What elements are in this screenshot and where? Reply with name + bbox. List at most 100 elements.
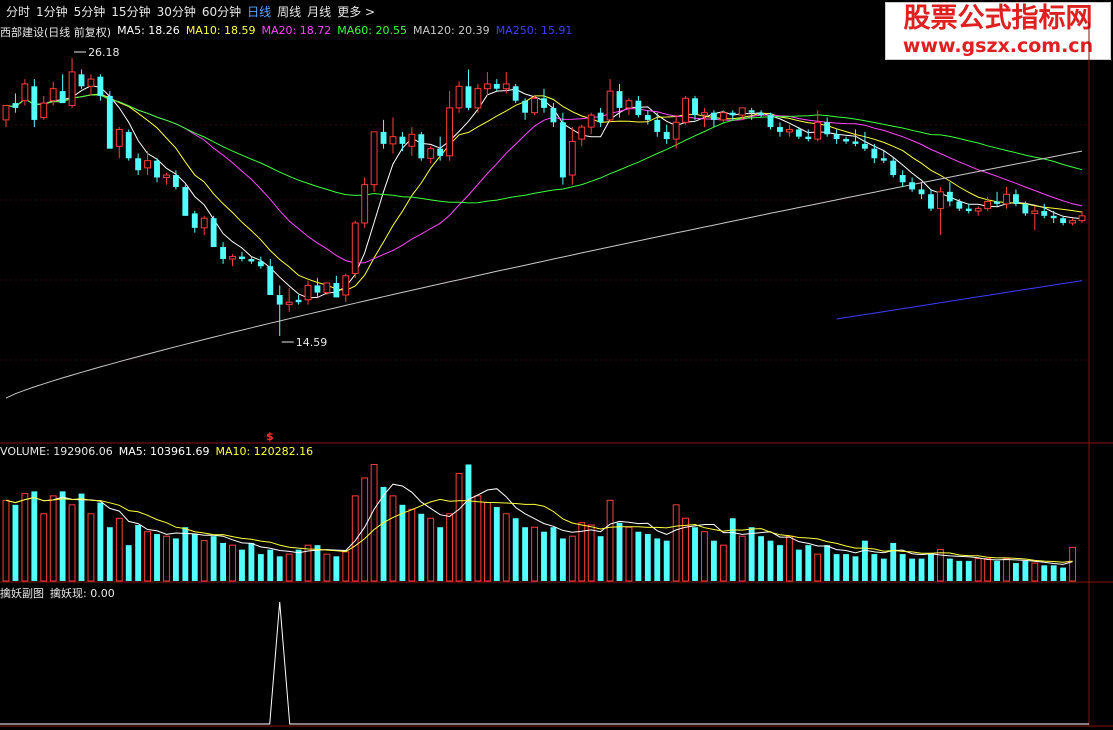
volume-bar-95 [899, 554, 906, 581]
volume-bar-24 [229, 544, 236, 582]
candle-body-62 [587, 114, 595, 128]
candle-body-21 [200, 217, 208, 229]
volume-bar-76 [719, 544, 727, 582]
indicator-value: 擒妖现: 0.00 [50, 587, 115, 600]
candle-body-17 [163, 174, 170, 178]
candle-body-90 [852, 141, 859, 144]
candle-body-28 [267, 266, 274, 295]
volume-bar-98 [928, 554, 934, 581]
volume-bar-80 [758, 536, 765, 581]
candle-body-2 [21, 83, 29, 102]
volume-bar-85 [805, 545, 812, 581]
volume-bar-69 [654, 538, 661, 581]
volume-bar-78 [738, 535, 746, 582]
volume-ma10-label: MA10: 120282.16 [215, 445, 314, 458]
volume-bar-15 [144, 531, 152, 582]
ma10-label: MA10: 18.59 [185, 24, 256, 37]
volume-bar-35 [333, 556, 340, 581]
volume-bar-86 [814, 553, 822, 582]
candle-body-106 [1003, 193, 1010, 205]
volume-bar-101 [956, 560, 963, 581]
candle-body-8 [78, 74, 85, 87]
candle-body-96 [909, 182, 916, 190]
volume-bar-13 [125, 545, 132, 581]
volume-bar-1 [12, 504, 19, 581]
volume-bar-39 [370, 463, 378, 582]
volume-bar-44 [418, 513, 425, 581]
volume-bar-41 [389, 495, 397, 582]
candle-body-45 [427, 148, 435, 159]
candle-body-12 [115, 128, 123, 147]
volume-ma10-line [5, 496, 1073, 563]
volume-bar-28 [267, 549, 274, 581]
volume-bar-67 [635, 531, 642, 581]
volume-bar-18 [172, 538, 179, 581]
candle-body-18 [172, 175, 179, 188]
volume-bar-109 [1031, 562, 1039, 582]
volume-bar-82 [777, 545, 783, 581]
candle-body-78 [738, 107, 746, 116]
volume-bar-65 [616, 522, 623, 581]
candle-body-76 [719, 112, 727, 121]
candle-body-93 [880, 158, 887, 161]
candle-body-108 [1022, 203, 1029, 214]
candle-body-101 [956, 201, 963, 209]
volume-bar-91 [861, 540, 868, 581]
candle-body-105 [994, 201, 1000, 204]
volume-bar-79 [748, 527, 755, 581]
volume-bar-11 [106, 527, 113, 581]
candle-body-16 [154, 160, 160, 178]
candle-body-64 [606, 90, 614, 121]
candle-body-40 [380, 131, 387, 144]
volume-bar-103 [974, 558, 982, 582]
volume-bar-26 [248, 542, 255, 581]
candle-body-7 [68, 71, 76, 106]
volume-bar-43 [408, 508, 416, 582]
volume-bar-59 [559, 538, 566, 581]
annotation-label-0: 26.18 [88, 46, 120, 59]
candle-body-113 [1069, 220, 1076, 224]
volume-bar-12 [115, 517, 123, 582]
volume-bar-104 [984, 558, 992, 582]
candle-body-1 [12, 103, 19, 108]
candle-body-29 [276, 294, 283, 305]
candle-body-110 [1041, 211, 1048, 216]
volume-bar-92 [871, 554, 878, 581]
candle-body-44 [418, 134, 425, 159]
candle-body-84 [795, 129, 802, 137]
volume-bar-93 [880, 558, 887, 581]
ma20-label: MA20: 18.72 [261, 24, 332, 37]
volume-bar-113 [1069, 546, 1076, 582]
stock-chart[interactable]: 26.18 14.59 [0, 0, 1113, 730]
candle-body-46 [437, 148, 444, 156]
candle-body-60 [568, 140, 576, 176]
volume-bar-48 [455, 472, 463, 582]
indicator-line [0, 601, 1089, 725]
volume-bar-21 [200, 540, 208, 582]
volume-bar-77 [729, 518, 736, 581]
candle-body-3 [31, 86, 38, 120]
volume-bar-57 [541, 531, 547, 581]
candle-body-56 [531, 97, 538, 114]
candle-body-6 [59, 91, 66, 104]
volume-bar-56 [531, 526, 538, 582]
volume-bar-23 [220, 542, 227, 581]
volume-bar-100 [946, 558, 953, 581]
candle-body-111 [1050, 215, 1057, 219]
volume-bar-29 [276, 556, 283, 581]
volume-bar-27 [257, 554, 264, 581]
indicator-legend: 擒妖副图 擒妖现: 0.00 [0, 585, 115, 601]
candle-body-77 [729, 112, 736, 116]
signal-marker: $ [266, 430, 274, 443]
candle-body-89 [843, 139, 849, 142]
volume-bar-19 [182, 527, 189, 581]
volume-bar-55 [522, 527, 529, 581]
candle-body-74 [701, 112, 708, 116]
candle-body-23 [220, 247, 227, 260]
volume-bar-73 [692, 527, 698, 581]
candle-body-24 [229, 256, 236, 260]
candle-body-15 [144, 160, 152, 169]
candle-body-37 [351, 222, 359, 274]
volume-bar-3 [31, 491, 38, 581]
volume-bar-74 [701, 531, 708, 582]
